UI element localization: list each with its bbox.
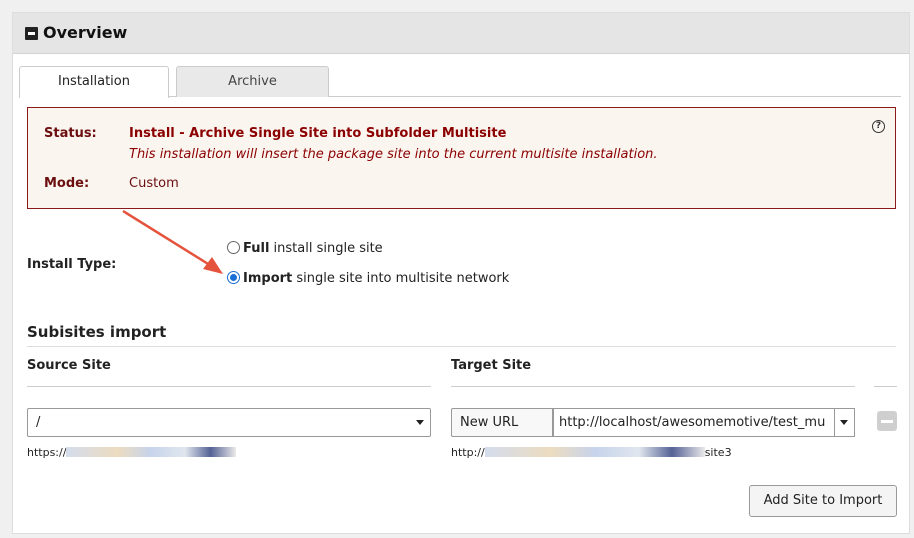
option-bold: Full	[243, 241, 270, 256]
install-type-label: Install Type:	[27, 257, 117, 272]
source-site-select[interactable]: /	[27, 408, 431, 437]
status-title: Install - Archive Single Site into Subfo…	[129, 126, 507, 141]
chevron-down-icon	[416, 420, 424, 425]
panel-title: Overview	[43, 23, 128, 42]
collapse-icon[interactable]	[25, 27, 38, 40]
option-bold: Import	[243, 271, 293, 286]
option-text: single site into multisite network	[292, 271, 510, 286]
redacted-url	[66, 447, 237, 457]
help-icon[interactable]: ?	[872, 120, 885, 133]
status-label: Status:	[44, 126, 97, 141]
status-description: This installation will insert the packag…	[129, 147, 658, 162]
target-dropdown-toggle[interactable]	[834, 408, 855, 437]
remove-site-button[interactable]	[877, 411, 897, 431]
section-divider	[27, 346, 896, 347]
arrow-head	[203, 257, 223, 274]
radio-full-install[interactable]: Full install single site	[227, 241, 383, 256]
mode-label: Mode:	[44, 176, 90, 191]
source-site-url: https://	[27, 446, 237, 459]
radio-button[interactable]	[227, 241, 240, 254]
mode-value: Custom	[129, 176, 179, 191]
redacted-url	[484, 447, 705, 457]
target-site-header: Target Site	[451, 358, 532, 373]
radio-button-checked[interactable]	[227, 271, 240, 284]
source-divider	[27, 386, 431, 387]
target-site-url: http:// site3	[451, 446, 732, 459]
target-mode-label: New URL	[451, 408, 553, 437]
target-url-suffix: site3	[704, 446, 732, 459]
tab-archive[interactable]: Archive	[176, 66, 329, 97]
panel-header[interactable]: Overview	[13, 13, 909, 54]
overview-panel: Overview Installation Archive Status: In…	[12, 12, 910, 534]
target-divider	[451, 386, 855, 387]
add-site-button[interactable]: Add Site to Import	[749, 485, 897, 517]
source-site-header: Source Site	[27, 358, 111, 373]
tab-bar: Installation Archive	[19, 66, 901, 98]
status-box: Status: Install - Archive Single Site in…	[27, 107, 896, 209]
target-url-prefix: http://	[451, 446, 485, 459]
target-url-input[interactable]: http://localhost/awesomemotive/test_mu	[553, 408, 855, 437]
arrow-shaft	[122, 209, 214, 269]
tab-installation[interactable]: Installation	[19, 66, 169, 98]
chevron-down-icon	[840, 420, 848, 425]
source-site-value: /	[36, 415, 41, 430]
radio-import[interactable]: Import single site into multisite networ…	[227, 271, 509, 286]
option-text: install single site	[269, 241, 383, 256]
source-url-prefix: https://	[27, 446, 67, 459]
action-divider	[874, 386, 897, 387]
subsites-title: Subisites import	[27, 323, 167, 341]
